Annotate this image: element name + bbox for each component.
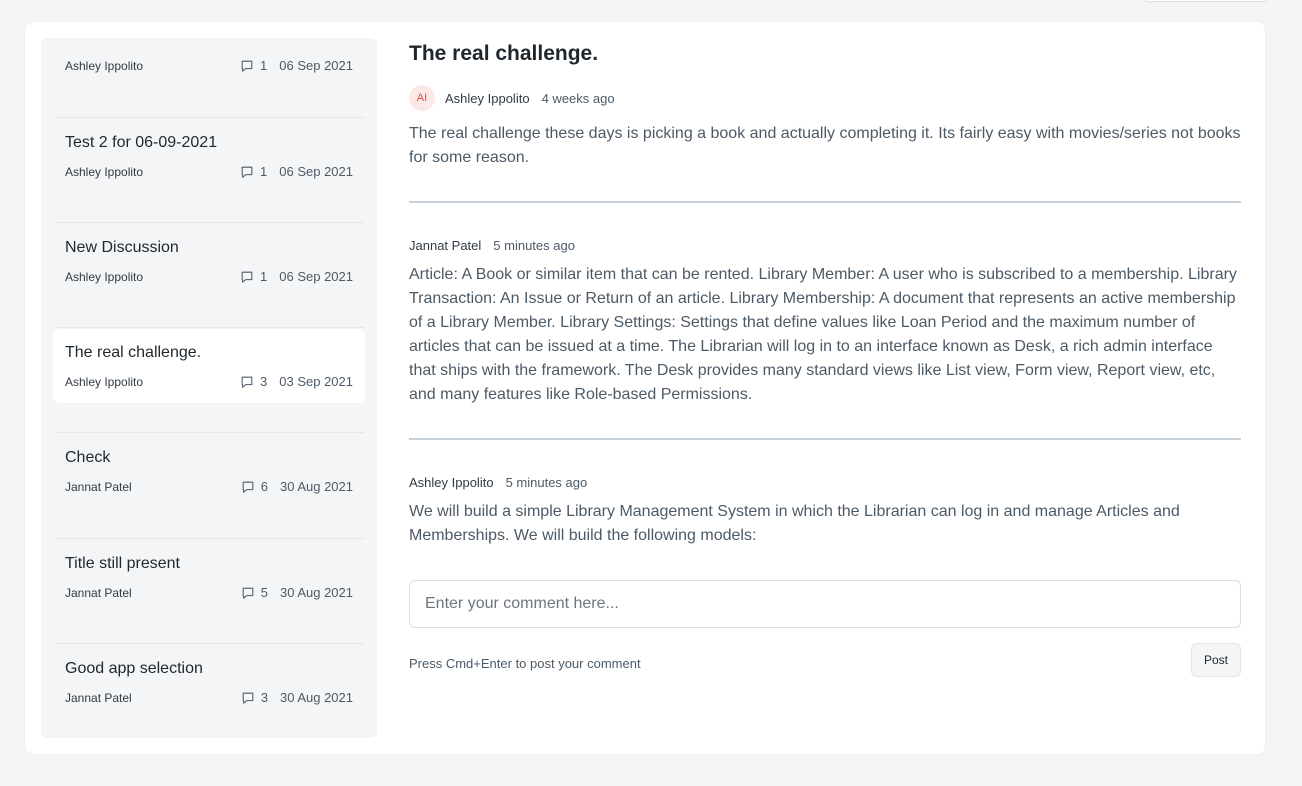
post-text: Article: A Book or similar item that can…	[409, 266, 1237, 403]
post-divider	[409, 201, 1241, 203]
discussion-date: 30 Aug 2021	[279, 585, 353, 600]
discussion-author: Ashley Ippolito	[65, 270, 144, 284]
discussion-meta: 1 06 Sep 2021	[240, 269, 353, 284]
comment-count: 1	[260, 58, 268, 73]
post-text: We will build a simple Library Managemen…	[409, 503, 1180, 544]
comment-count: 3	[260, 690, 268, 705]
discussion-author: Ashley Ippolito	[65, 165, 144, 179]
discussion-meta: 5 30 Aug 2021	[241, 585, 353, 600]
comment-count: 3	[260, 374, 268, 389]
comment-input[interactable]	[409, 580, 1241, 628]
discussion-meta: 3 30 Aug 2021	[241, 690, 353, 705]
comment-icon	[241, 271, 253, 283]
post-author: Ashley Ippolito	[409, 475, 494, 490]
discussion-date: 06 Sep 2021	[279, 58, 353, 73]
discussion-date: 06 Sep 2021	[279, 164, 353, 179]
discussion-meta: 1 06 Sep 2021	[240, 58, 353, 73]
discussion-title: Check	[65, 449, 111, 466]
list-divider	[55, 222, 365, 223]
avatar: AI	[409, 85, 435, 111]
discussion-item[interactable]: Ashley Ippolito 1 06 Sep 2021	[53, 38, 365, 87]
list-divider	[55, 432, 365, 433]
discussion-list: Ashley Ippolito 1 06 Sep 2021 Test 2 for…	[41, 38, 377, 738]
discussion-author: Jannat Patel	[65, 586, 132, 600]
post-hint: Press Cmd+Enter to post your comment	[409, 656, 641, 671]
post-time: 4 weeks ago	[541, 91, 615, 106]
list-divider	[55, 538, 365, 539]
discussion-item-active[interactable]: The real challenge. Ashley Ippolito 3 03…	[53, 329, 365, 403]
discussion-author: Jannat Patel	[65, 480, 132, 494]
comment-icon	[242, 481, 254, 493]
top-button-edge[interactable]	[1143, 0, 1267, 2]
discussion-date: 03 Sep 2021	[279, 374, 353, 389]
discussion-author: Ashley Ippolito	[65, 375, 144, 389]
discussion-item[interactable]: New Discussion Ashley Ippolito 1 06 Sep …	[53, 224, 365, 298]
discussion-item[interactable]: Good app selection Jannat Patel 3 30 Aug…	[53, 645, 365, 719]
discussion-author: Jannat Patel	[65, 691, 132, 705]
discussion-item[interactable]: Title still present Jannat Patel 5 30 Au…	[53, 540, 365, 614]
comment-icon	[242, 587, 254, 599]
list-divider	[55, 327, 365, 328]
discussion-title: Test 2 for 06-09-2021	[65, 134, 218, 151]
comment-icon	[241, 376, 253, 388]
comment-count: 1	[260, 269, 268, 284]
post-button[interactable]: Post	[1191, 643, 1241, 677]
post-time: 5 minutes ago	[493, 238, 575, 253]
list-divider	[55, 117, 365, 118]
discussion-author: Ashley Ippolito	[65, 59, 144, 73]
comment-count: 5	[260, 585, 268, 600]
post-byline: Ashley Ippolito 4 weeks ago	[445, 91, 615, 106]
discussion-title: Good app selection	[65, 660, 203, 677]
discussion-item[interactable]: Check Jannat Patel 6 30 Aug 2021	[53, 434, 365, 508]
post-text: The real challenge these days is picking…	[409, 125, 1241, 166]
discussion-date: 30 Aug 2021	[279, 479, 353, 494]
post-divider	[409, 438, 1241, 440]
comment-count: 1	[260, 164, 268, 179]
comment-icon	[242, 692, 254, 704]
discussion-date: 30 Aug 2021	[279, 690, 353, 705]
thread-title: The real challenge.	[409, 42, 599, 65]
discussions-card: Ashley Ippolito 1 06 Sep 2021 Test 2 for…	[25, 22, 1265, 754]
comment-icon	[241, 60, 253, 72]
post-byline: Ashley Ippolito 5 minutes ago	[409, 475, 587, 490]
post-time: 5 minutes ago	[505, 475, 588, 490]
post-author: Ashley Ippolito	[445, 91, 530, 106]
post-byline: Jannat Patel 5 minutes ago	[409, 238, 575, 253]
discussion-meta: 3 03 Sep 2021	[240, 374, 353, 389]
discussion-item[interactable]: Test 2 for 06-09-2021 Ashley Ippolito 1 …	[53, 119, 365, 193]
discussion-date: 06 Sep 2021	[279, 269, 353, 284]
discussion-title: The real challenge.	[65, 344, 202, 361]
discussion-title: Title still present	[65, 555, 180, 572]
post-author: Jannat Patel	[409, 238, 482, 253]
list-divider	[55, 643, 365, 644]
comment-icon	[241, 166, 253, 178]
discussion-meta: 6 30 Aug 2021	[241, 479, 353, 494]
discussion-meta: 1 06 Sep 2021	[240, 164, 353, 179]
comment-count: 6	[260, 479, 268, 494]
discussion-title: New Discussion	[65, 239, 179, 256]
